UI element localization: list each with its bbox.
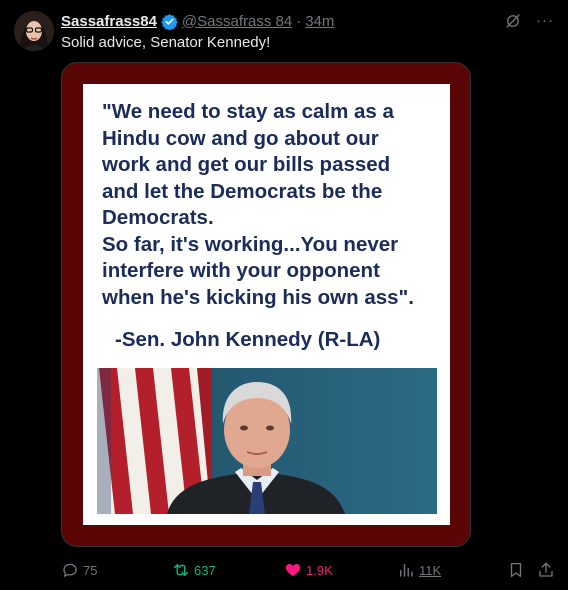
reply-count: 75 xyxy=(83,562,98,578)
bookmark-button[interactable] xyxy=(507,560,525,580)
share-icon xyxy=(539,562,553,577)
quote-line: So far, it's working...You never xyxy=(102,232,399,256)
verified-badge-icon xyxy=(161,13,178,30)
reply-button[interactable]: 75 xyxy=(61,560,97,580)
senator-photo xyxy=(97,368,437,514)
separator-dot: · xyxy=(296,12,302,30)
share-button[interactable] xyxy=(537,560,555,580)
quote-card: "We need to stay as calm as a Hindu cow … xyxy=(83,84,450,525)
repost-icon xyxy=(173,564,189,576)
views-button[interactable]: 11K xyxy=(397,560,441,580)
tweet-header: Sassafrass84 @Sassafrass 84 · 34m xyxy=(61,10,334,32)
quote-line: work and get our bills passed xyxy=(102,153,391,176)
quote-line: when he's kicking his own ass". xyxy=(102,285,414,309)
tweet-text: Solid advice, Senator Kennedy! xyxy=(61,34,271,51)
quote-line: "We need to stay as calm as a xyxy=(102,100,394,123)
like-icon xyxy=(285,564,301,577)
like-button[interactable]: 1.9K xyxy=(284,560,333,580)
more-icon[interactable]: ··· xyxy=(536,12,554,30)
repost-count: 637 xyxy=(194,562,216,578)
tweet-media[interactable]: "We need to stay as calm as a Hindu cow … xyxy=(61,62,471,547)
repost-button[interactable]: 637 xyxy=(172,560,216,580)
timestamp[interactable]: 34m xyxy=(305,13,334,30)
author-handle[interactable]: @Sassafrass 84 xyxy=(182,13,292,30)
tweet-actions: 75 637 1.9K 11K xyxy=(61,560,554,580)
quote-text: "We need to stay as calm as a Hindu cow … xyxy=(102,99,442,311)
grok-icon[interactable] xyxy=(504,12,522,30)
reply-icon xyxy=(63,563,77,578)
like-count: 1.9K xyxy=(306,562,333,578)
quote-attribution: -Sen. John Kennedy (R-LA) xyxy=(115,328,381,351)
quote-line: Hindu cow and go about our xyxy=(102,126,379,150)
bookmark-icon xyxy=(510,562,522,578)
views-count: 11K xyxy=(419,562,442,578)
views-icon xyxy=(400,564,413,577)
quote-line: Democrats. xyxy=(102,206,214,229)
author-name[interactable]: Sassafrass84 xyxy=(61,13,157,30)
quote-line: interfere with your opponent xyxy=(102,259,380,282)
avatar[interactable] xyxy=(14,11,54,51)
tweet-top-actions: ··· xyxy=(504,12,554,30)
quote-line: and let the Democrats be the xyxy=(102,179,383,203)
